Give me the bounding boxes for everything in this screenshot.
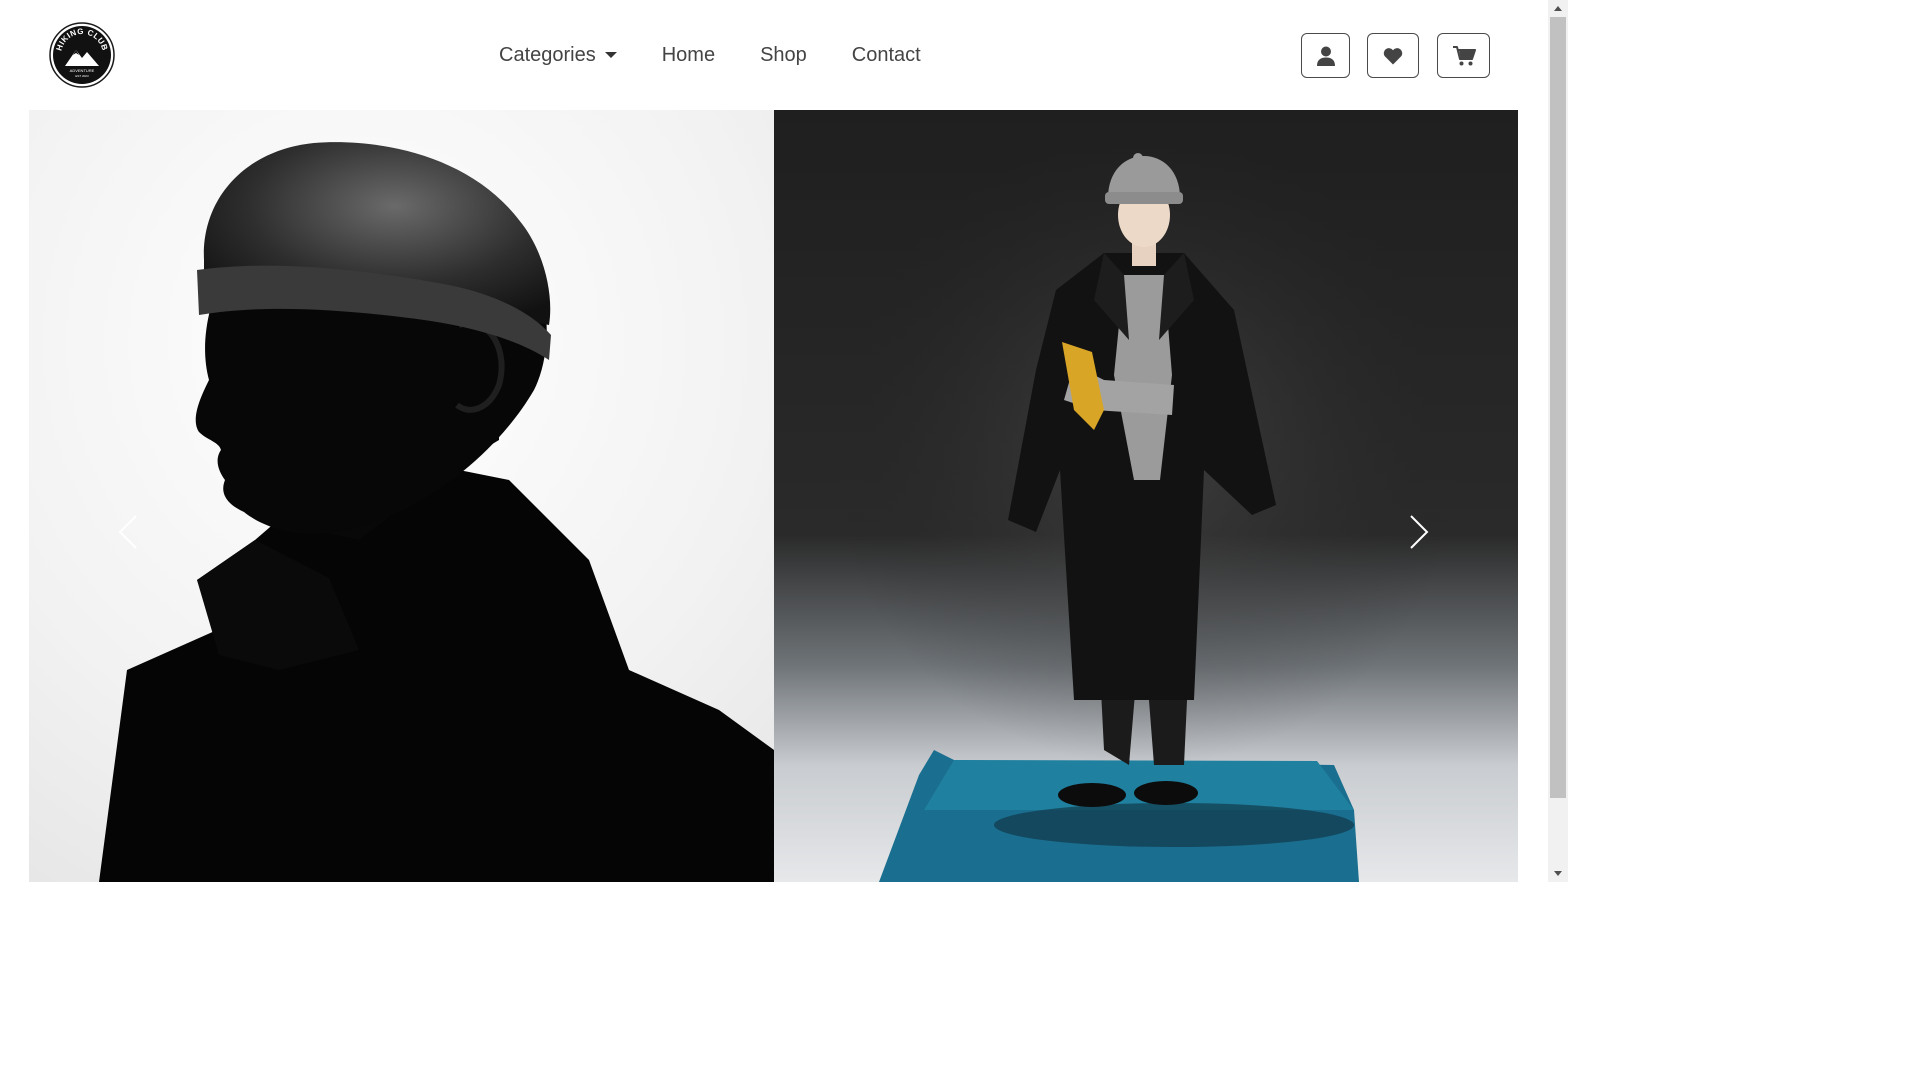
user-icon — [1316, 46, 1335, 66]
nav-categories-label: Categories — [499, 43, 596, 66]
wishlist-button[interactable] — [1367, 33, 1419, 78]
svg-text:EST 2023: EST 2023 — [75, 74, 89, 78]
cart-icon — [1452, 45, 1476, 65]
main-nav: Categories Home Shop Contact — [499, 40, 921, 70]
site-header: HIKING CLUB ADVENTURE EST 2023 Categorie… — [0, 0, 1548, 110]
nav-shop[interactable]: Shop — [760, 44, 807, 67]
svg-text:ADVENTURE: ADVENTURE — [70, 68, 95, 73]
nav-contact[interactable]: Contact — [852, 44, 921, 67]
carousel-next-button[interactable] — [1397, 510, 1441, 554]
carousel-prev-button[interactable] — [106, 510, 150, 554]
account-button[interactable] — [1301, 33, 1350, 78]
scroll-down-arrow-icon[interactable] — [1548, 865, 1568, 882]
slide-image-model-overcoat — [774, 110, 1518, 882]
page-scrollbar[interactable] — [1548, 0, 1568, 882]
brand-logo[interactable]: HIKING CLUB ADVENTURE EST 2023 — [49, 22, 115, 88]
chevron-right-icon — [1410, 515, 1429, 549]
hero-carousel — [29, 110, 1518, 882]
heart-icon — [1383, 47, 1403, 64]
caret-down-icon — [604, 52, 617, 58]
scrollbar-thumb[interactable] — [1550, 17, 1566, 798]
scroll-up-arrow-icon[interactable] — [1548, 0, 1568, 17]
chevron-left-icon — [118, 515, 137, 549]
nav-categories-dropdown[interactable]: Categories — [499, 44, 617, 67]
cart-button[interactable] — [1437, 33, 1490, 78]
slide-image-silhouette-portrait — [29, 110, 774, 882]
nav-home[interactable]: Home — [662, 44, 715, 67]
